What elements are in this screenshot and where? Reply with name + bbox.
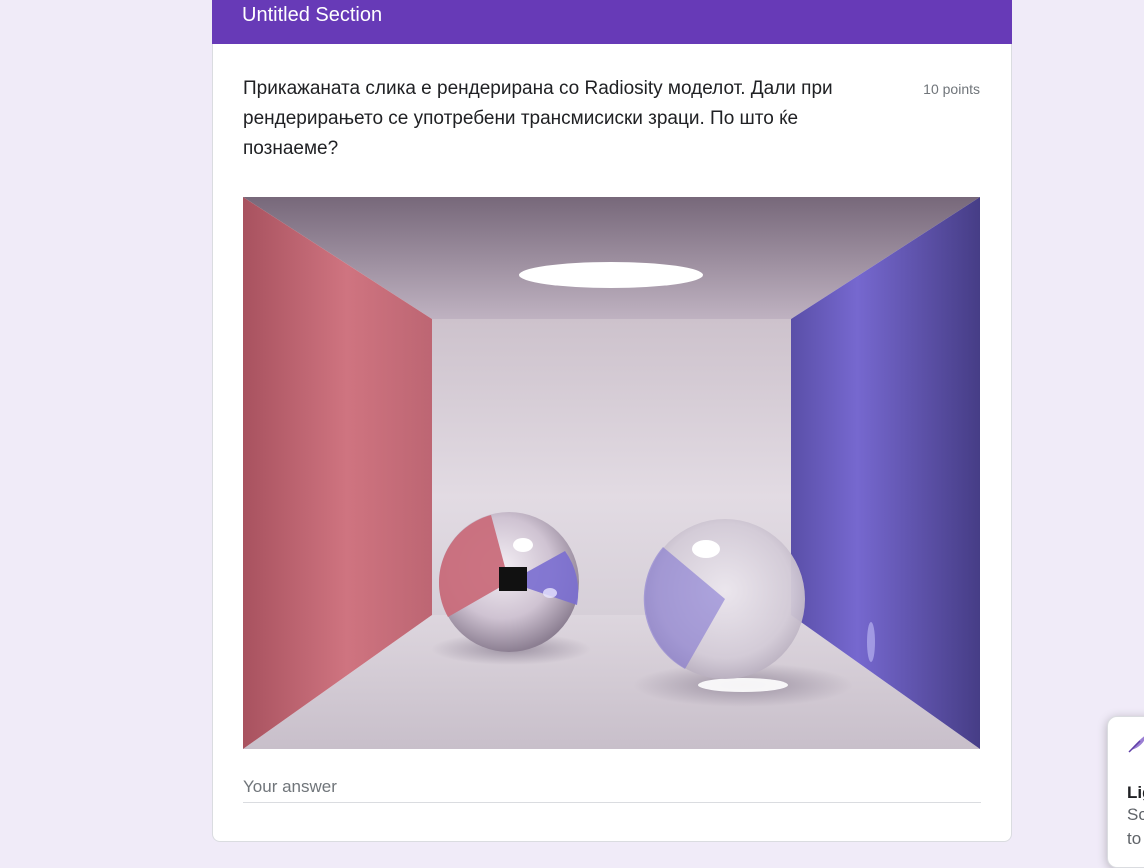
section-header: Untitled Section	[212, 0, 1012, 44]
answer-input[interactable]	[243, 772, 981, 803]
question-card: Прикажаната слика е рендерирана со Radio…	[212, 44, 1012, 842]
question-points: 10 points	[923, 81, 980, 97]
section-title: Untitled Section	[242, 4, 383, 26]
question-image	[243, 197, 980, 749]
question-title: Прикажаната слика е рендерирана со Radio…	[243, 78, 833, 159]
feather-icon	[1128, 736, 1144, 753]
panel-title: Lig	[1127, 783, 1144, 802]
panel-text-line-2: to	[1127, 829, 1142, 848]
panel-text-line-1: Sc	[1127, 805, 1144, 824]
floating-panel[interactable]: Lig Sc to	[1107, 716, 1144, 868]
